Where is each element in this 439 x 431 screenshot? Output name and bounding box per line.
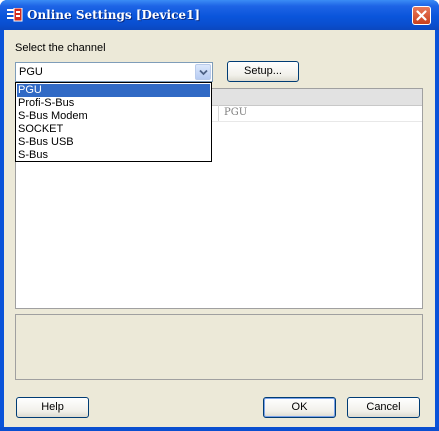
channel-select-value: PGU [19, 66, 43, 78]
cancel-button[interactable]: Cancel [347, 397, 420, 418]
channel-label: Select the channel [15, 42, 106, 54]
chevron-down-icon [199, 69, 208, 76]
dropdown-option-s-bus-modem[interactable]: S-Bus Modem [17, 110, 210, 123]
window-title: Online Settings [Device1] [27, 8, 201, 22]
close-button[interactable] [412, 6, 431, 25]
description-box [15, 314, 423, 380]
column-divider [218, 105, 219, 121]
window-bottom-border [0, 427, 439, 431]
dropdown-option-profi-s-bus[interactable]: Profi-S-Bus [17, 97, 210, 110]
help-button[interactable]: Help [16, 397, 89, 418]
close-icon [416, 10, 427, 21]
dropdown-option-pgu[interactable]: PGU [17, 84, 210, 97]
ok-button[interactable]: OK [263, 397, 336, 418]
setup-button[interactable]: Setup... [227, 61, 299, 82]
table-cell-value: PGU [224, 107, 248, 118]
dropdown-option-socket[interactable]: SOCKET [17, 123, 210, 136]
channel-dropdown-list[interactable]: PGU Profi-S-Bus S-Bus Modem SOCKET S-Bus… [15, 82, 212, 162]
channel-dropdown-button[interactable] [195, 64, 211, 80]
dropdown-option-s-bus-usb[interactable]: S-Bus USB [17, 136, 210, 149]
dropdown-option-s-bus[interactable]: S-Bus [17, 149, 210, 162]
dialog-window: Online Settings [Device1] Select the cha… [0, 0, 439, 431]
title-bar[interactable]: Online Settings [Device1] [0, 0, 439, 30]
channel-select[interactable]: PGU [15, 62, 213, 82]
device-settings-icon [7, 7, 23, 22]
